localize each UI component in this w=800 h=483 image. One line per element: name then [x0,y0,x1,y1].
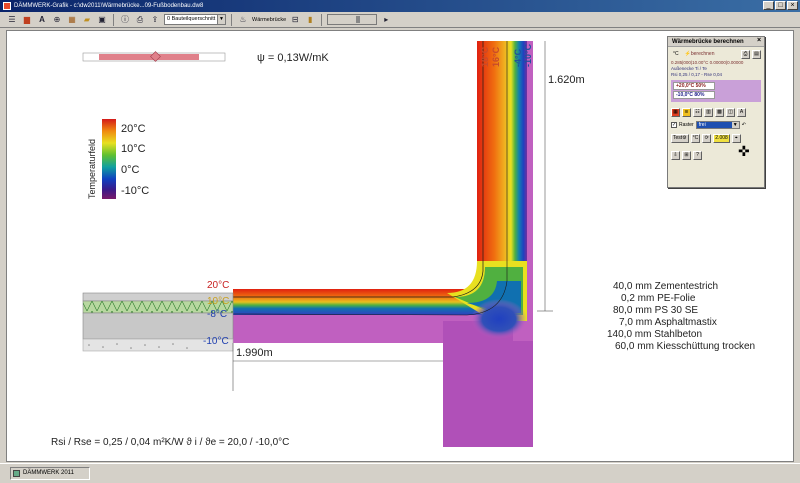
title-bar: DÄMMWERK-Grafik - c:\dw2011\Wärmebrücke.… [0,0,800,12]
celsius-button[interactable]: °C [690,134,701,143]
calculate-button-label: berechnen [690,51,715,57]
outside-temperature[interactable]: -10,0°C 80% [673,91,715,99]
layer-item: 40,0 mm Zementestrich [613,281,718,292]
text-icon[interactable]: A [36,14,48,26]
grid-icon[interactable]: ▦ [66,14,78,26]
toolbar-separator [321,13,323,26]
top-temp-label: 16°C [491,46,501,67]
test-button[interactable]: Test⚙ [671,134,689,143]
info-icon[interactable]: ⓘ [119,14,131,26]
thermal-bridge-label: Wärmebrücke [252,16,287,23]
thermal-bridge-panel[interactable]: Wärmebrücke berechnen × °C ⚡berechnen ⎙ … [667,36,765,188]
boundary-conditions: Rsi / Rse = 0,25 / 0,04 m²K/W ϑ i / ϑe =… [51,437,289,448]
scroll-thumb[interactable] [356,16,361,23]
refresh-icon[interactable]: ⟳ [702,134,712,143]
left-temp-label: -10°C [203,336,229,347]
legend-colorbar [102,119,116,199]
top-temp-label: 18°C [480,46,490,67]
chevron-down-icon[interactable]: ▼ [217,15,225,24]
print-icon[interactable]: ⎙ [134,14,146,26]
left-temp-label: 20°C [207,280,229,291]
value-field-text: 2.008 [715,135,728,141]
layer-item: 80,0 mm PS 30 SE [613,305,698,316]
inside-temperature[interactable]: +20,0°C 50% [673,82,715,90]
export-icon[interactable]: ⇪ [149,14,161,26]
left-temp-label: -8°C [207,309,227,320]
raster-label: Raster [679,122,694,128]
window-title: DÄMMWERK-Grafik - c:\dw2011\Wärmebrücke.… [14,3,204,9]
layer-item: 60,0 mm Kiesschüttung trocken [615,341,755,352]
arrow-right-icon[interactable]: ▸ [380,14,392,26]
layer-item: 140,0 mm Stahlbeton [607,329,702,340]
layer-item: 0,2 mm PE-Folie [621,293,696,304]
panel-close-button[interactable]: × [755,37,763,45]
raster-select[interactable]: frei ▼ [695,121,740,129]
legend-title: Temperaturfeld [87,139,97,199]
legend-tick: 10°C [121,143,146,155]
undo-icon[interactable]: ↶ [742,122,746,128]
toolbar-separator [231,13,232,26]
text-icon[interactable]: A [737,108,746,117]
taskbar-item-label: DÄMMWERK 2011 [23,470,74,476]
export-icon[interactable]: ⇩ [671,151,680,160]
color-field-icon[interactable]: ▦ [671,108,680,117]
app-icon [3,2,11,10]
raster-select-value: frei [698,122,706,128]
minimize-button[interactable]: _ [763,1,774,10]
save-icon[interactable]: ▣ [96,14,108,26]
close-button[interactable]: × [787,1,798,10]
taskbar-item[interactable]: DÄMMWERK 2011 [10,467,90,480]
value-field[interactable]: 2.008 [713,134,730,143]
component-select-value: 0 Bauteilquerschnitt [167,16,216,22]
test-button-label: Test [673,135,683,141]
print-icon[interactable]: ⎙ [741,50,750,59]
thermal-field [232,41,533,447]
folder-icon[interactable]: ▰ [81,14,93,26]
slider-icon[interactable]: ⊟ [289,14,301,26]
toolbar-separator [113,13,114,26]
temperature-box: +20,0°C 50% -10,0°C 80% [671,80,761,102]
app-window: DÄMMWERK-Grafik - c:\dw2011\Wärmebrücke.… [0,0,800,483]
mesh-icon[interactable]: ▩ [715,108,724,117]
raster-checkbox[interactable]: ✓ [671,122,677,128]
app-icon [13,470,20,477]
pin-icon[interactable]: ⌖ [731,134,741,143]
psi-indicator [82,51,226,62]
legend-tick: 20°C [121,123,146,135]
top-temp-label: -10°C [523,43,533,67]
maximize-button[interactable]: □ [775,1,786,10]
layers-icon[interactable]: ▥ [704,108,713,117]
psi-value: ψ = 0,13W/mK [257,52,329,64]
legend-tick: -10°C [121,185,149,197]
panel-title-text: Wärmebrücke berechnen [672,39,744,45]
toolbar: ☰ ▆ A ⊕ ▦ ▰ ▣ ⓘ ⎙ ⇪ 0 Bauteilquerschnitt… [0,12,800,28]
chevron-down-icon[interactable]: ▼ [731,122,739,128]
unit-button[interactable]: °C [671,50,681,59]
isotherm-icon[interactable]: ≋ [682,108,691,117]
navigation-cross-icon[interactable]: ✜ [738,144,750,158]
scroll-control[interactable] [327,14,378,25]
thermal-bridge-icon[interactable]: ♨ [237,14,249,26]
legend-icon[interactable]: ☷ [693,108,702,117]
panel-info-resistances: Rsi 0,25 / 0,17 - Rse 0,04 [671,72,723,77]
legend-tick: 0°C [121,164,140,176]
panel-title: Wärmebrücke berechnen × [668,37,764,47]
help-icon[interactable]: ? [693,151,702,160]
measure-icon[interactable]: ⊞ [682,151,691,160]
layer-item: 7,0 mm Asphaltmastix [619,317,717,328]
left-temp-label: 10°C [207,296,229,307]
document-icon[interactable]: ▤ [752,50,761,59]
battery-icon[interactable]: ▮ [304,14,316,26]
status-bar: DÄMMWERK 2011 [0,463,800,483]
color-icon[interactable]: ▆ [21,14,33,26]
list-icon[interactable]: ☰ [6,14,18,26]
dimension-icon[interactable]: ◫ [726,108,735,117]
dimension-height: 1.620m [548,74,585,86]
zoom-icon[interactable]: ⊕ [51,14,63,26]
dimension-width: 1.990m [236,347,273,359]
calculate-button[interactable]: ⚡berechnen [682,50,717,59]
component-select[interactable]: 0 Bauteilquerschnitt ▼ [164,14,226,25]
top-temp-label: -4°C [513,48,523,67]
